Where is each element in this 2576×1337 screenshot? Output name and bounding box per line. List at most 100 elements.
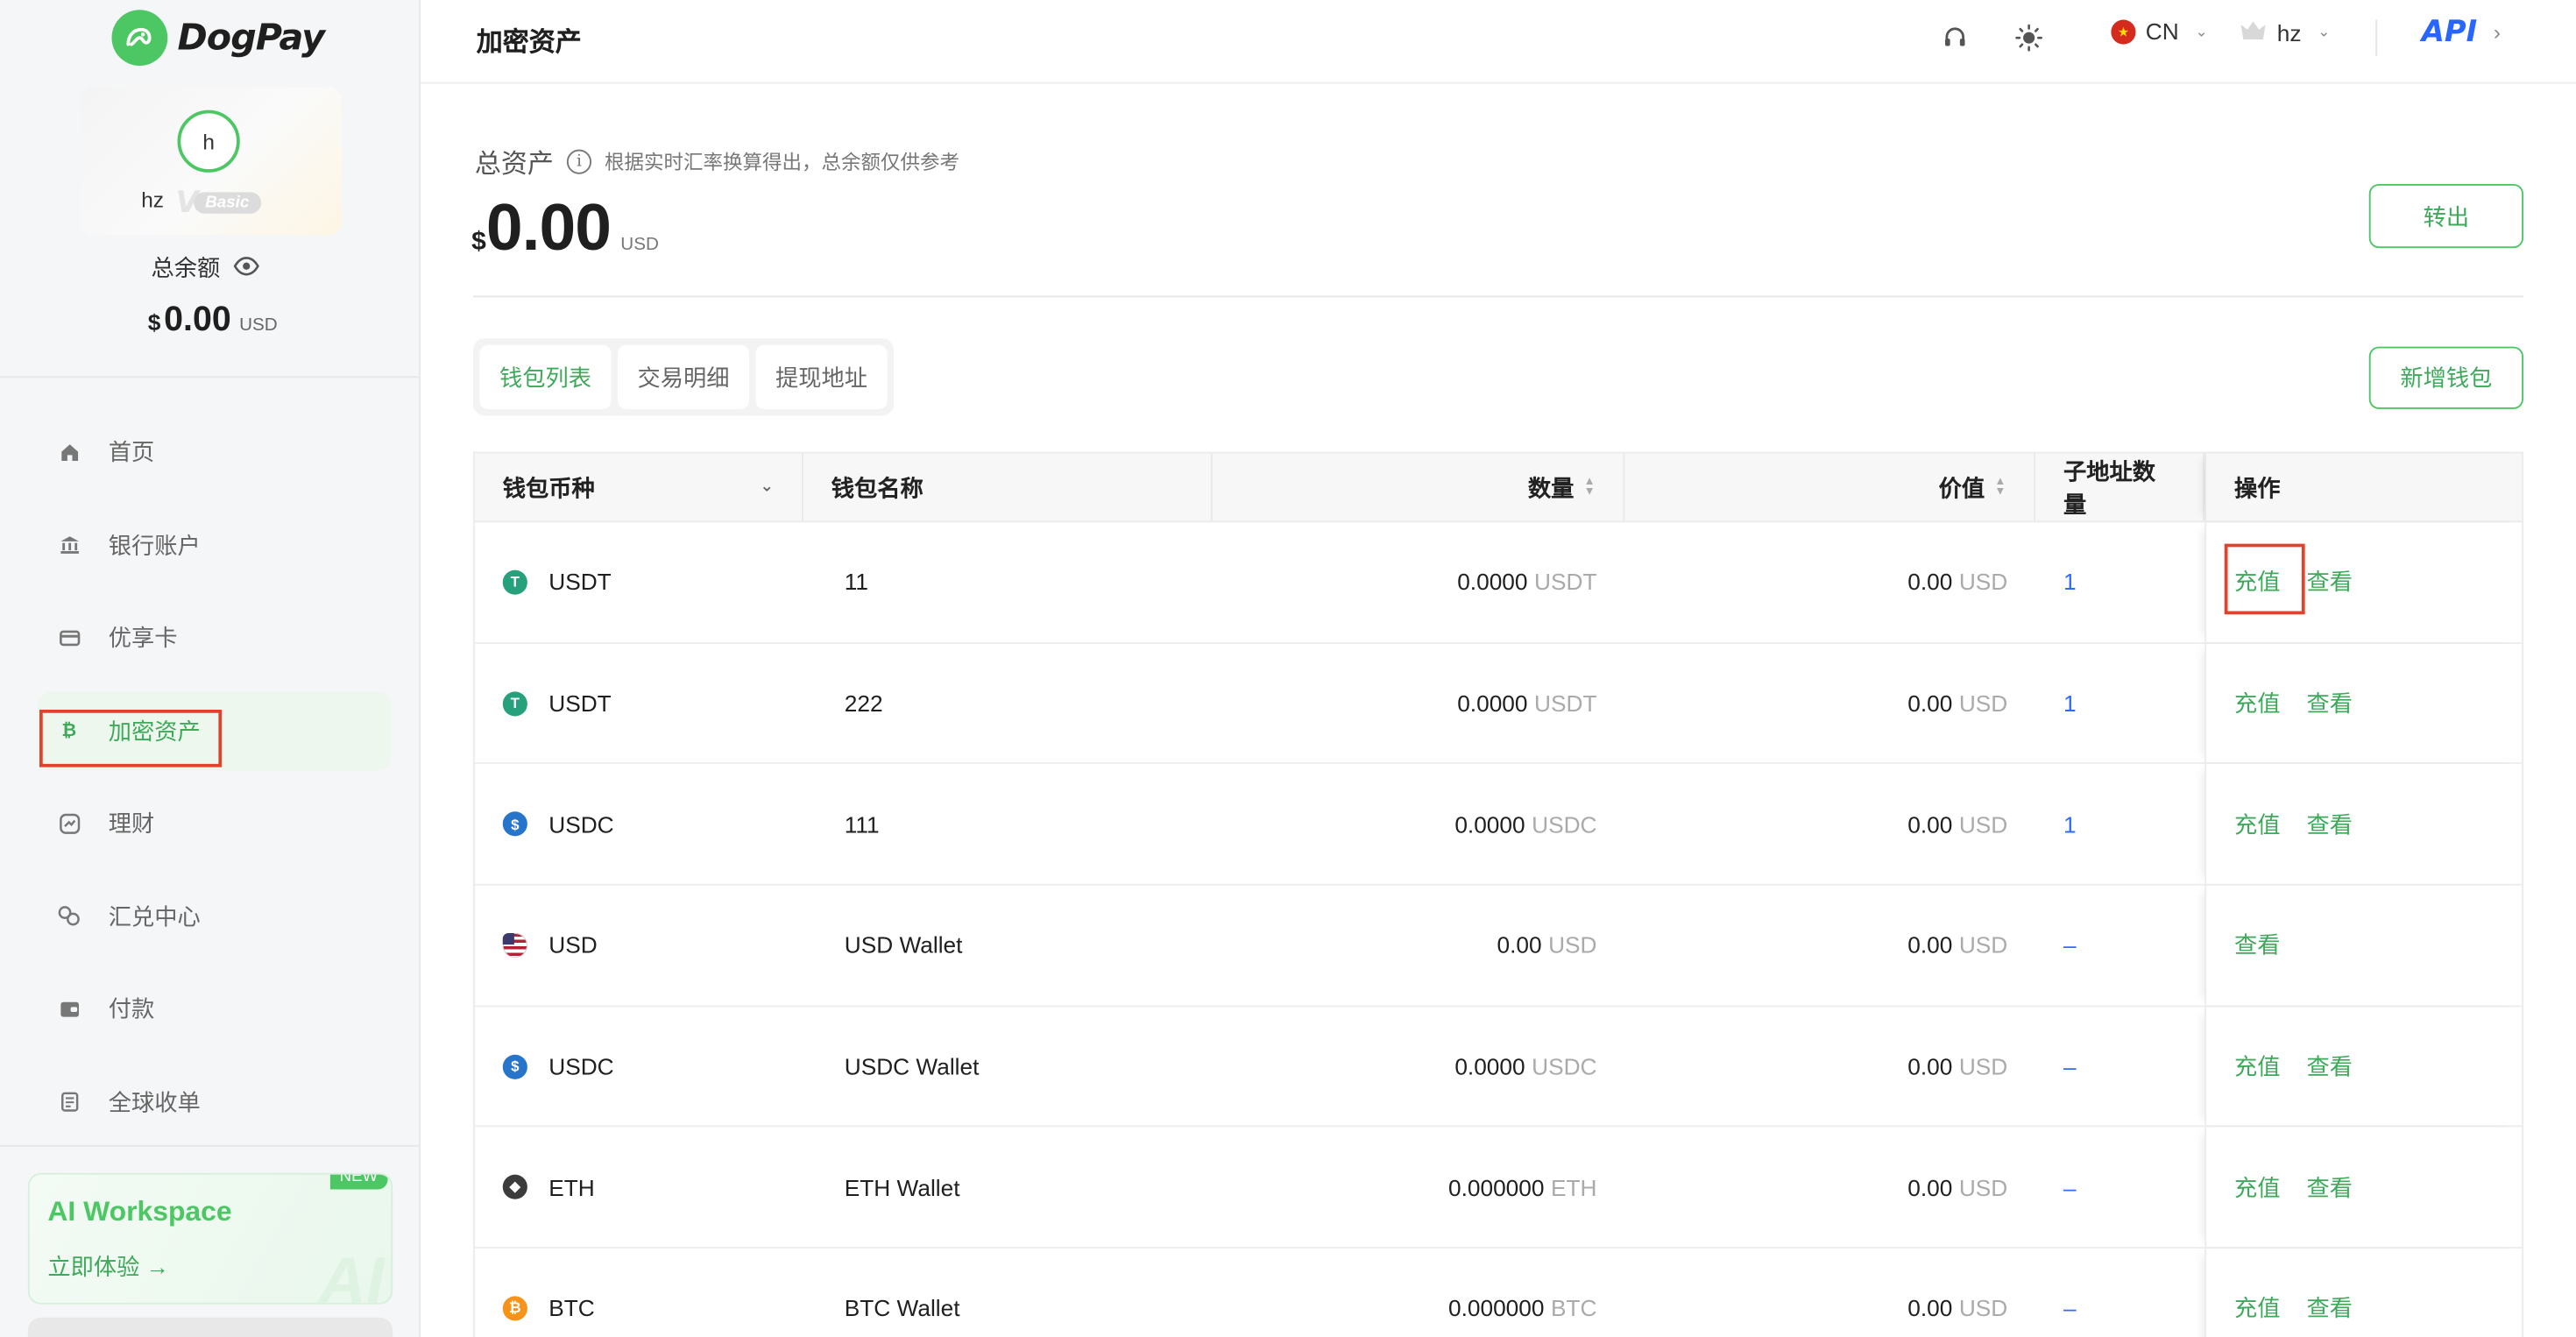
- promo-cta[interactable]: 立即体验 →: [47, 1250, 169, 1284]
- view-button[interactable]: 查看: [2307, 566, 2353, 599]
- quantity-unit: ETH: [1551, 1174, 1597, 1201]
- cell-quantity: 0.00 USD: [1213, 886, 1625, 1005]
- language-selector[interactable]: ★ CN ⌄: [2111, 18, 2208, 45]
- theme-sun-icon[interactable]: [2011, 20, 2047, 56]
- view-button[interactable]: 查看: [2307, 687, 2353, 720]
- value-unit: USD: [1958, 931, 2008, 959]
- nav-item-finance[interactable]: 理财: [38, 783, 391, 862]
- column-label: 数量: [1527, 473, 1575, 500]
- cell-wallet-name: 222: [803, 643, 1213, 762]
- nav-item-bank-account[interactable]: 银行账户: [38, 506, 391, 584]
- avatar: h: [177, 110, 240, 173]
- sub-address-count: –: [2063, 1295, 2077, 1322]
- cell-value: 0.00 USD: [1624, 1249, 2035, 1337]
- cell-currency: T USDT: [475, 643, 803, 762]
- sub-address-count[interactable]: 1: [2063, 569, 2077, 595]
- info-icon[interactable]: i: [566, 148, 592, 173]
- value-amount: 0.00: [1907, 1053, 1953, 1080]
- recharge-button[interactable]: 充值: [2234, 687, 2281, 720]
- cell-wallet-name: 11: [803, 522, 1213, 641]
- tab-transactions[interactable]: 交易明细: [618, 344, 749, 409]
- bitcoin-icon: ₿: [502, 1296, 527, 1321]
- view-button[interactable]: 查看: [2307, 1050, 2353, 1083]
- recharge-button[interactable]: 充值: [2234, 1292, 2281, 1326]
- cell-actions: 充值 查看: [2204, 522, 2522, 642]
- recharge-button[interactable]: 充值: [2234, 1171, 2281, 1204]
- tab-withdraw-addresses[interactable]: 提现地址: [755, 344, 888, 409]
- profile-card[interactable]: h hz V Basic: [80, 87, 342, 236]
- column-label: 钱包名称: [831, 473, 924, 500]
- value-amount: 0.00: [1907, 1174, 1953, 1201]
- home-icon: [58, 441, 81, 463]
- api-link[interactable]: API ›: [2422, 15, 2501, 49]
- cell-actions: 充值 查看: [2204, 1006, 2522, 1127]
- chevron-right-icon: ›: [2493, 19, 2502, 45]
- column-label: 价值: [1938, 473, 1985, 500]
- cell-quantity: 0.0000 USDT: [1213, 522, 1625, 641]
- cell-sub-addresses: –: [2035, 886, 2204, 1005]
- sub-address-count[interactable]: 1: [2063, 690, 2077, 717]
- cell-value: 0.00 USD: [1624, 1128, 2035, 1247]
- headset-icon[interactable]: [1937, 20, 1973, 56]
- quantity-value: 0.00: [1497, 931, 1542, 959]
- cell-currency: T USDT: [475, 522, 803, 641]
- view-button[interactable]: 查看: [2307, 1292, 2353, 1326]
- cell-actions: 充值 查看: [2204, 1128, 2522, 1248]
- tether-icon: T: [502, 569, 527, 595]
- nav-item-label: 首页: [108, 438, 155, 465]
- exchange-icon: [58, 904, 81, 927]
- cell-sub-addresses: 1: [2035, 643, 2204, 762]
- cell-wallet-name: 111: [803, 765, 1213, 884]
- wallet-name: 222: [844, 690, 883, 717]
- transfer-out-button[interactable]: 转出: [2368, 184, 2523, 249]
- view-button[interactable]: 查看: [2307, 1171, 2353, 1204]
- nav-item-home[interactable]: 首页: [38, 413, 391, 492]
- user-menu[interactable]: hz ⌄: [2240, 18, 2330, 46]
- recharge-button[interactable]: 充值: [2234, 566, 2281, 599]
- recharge-button[interactable]: 充值: [2234, 808, 2281, 841]
- total-unit: USD: [620, 235, 659, 255]
- ethereum-icon: ◆: [502, 1175, 527, 1200]
- coin-symbol: USDT: [548, 569, 612, 596]
- coin-symbol: USD: [548, 931, 598, 959]
- nav-item-label: 理财: [108, 810, 155, 837]
- logo[interactable]: DogPay: [111, 10, 325, 66]
- cell-value: 0.00 USD: [1624, 522, 2035, 641]
- nav-item-exchange[interactable]: 汇兑中心: [38, 876, 391, 955]
- view-button[interactable]: 查看: [2307, 808, 2353, 841]
- divider: [0, 1144, 420, 1147]
- chevron-down-icon: ⌄: [2195, 22, 2208, 39]
- vip-level: Basic: [194, 192, 261, 214]
- nav-item-card[interactable]: 优享卡: [38, 598, 391, 677]
- column-header-quantity[interactable]: 数量 ▲ ▼: [1213, 453, 1625, 521]
- cell-quantity: 0.000000 BTC: [1213, 1249, 1625, 1337]
- api-label: API: [2421, 14, 2478, 50]
- table-row: T USDT 222 0.0000 USDT 0.00 USD 1 充值 查看: [474, 643, 2523, 765]
- column-header-value[interactable]: 价值 ▲ ▼: [1624, 453, 2036, 521]
- quantity-unit: USDT: [1534, 690, 1597, 717]
- recharge-button[interactable]: 充值: [2234, 1050, 2281, 1083]
- main-content: 总资产 i 根据实时汇率换算得出，总余额仅供参考 $ 0.00 USD 转出 钱…: [421, 84, 2576, 1337]
- nav-item-payment[interactable]: 付款: [38, 969, 391, 1048]
- nav-item-crypto-assets[interactable]: ₿ 加密资产: [38, 690, 392, 770]
- ai-workspace-promo[interactable]: AI Workspace 立即体验 → NEW AI: [27, 1172, 393, 1305]
- column-header-actions: 操作: [2204, 453, 2522, 521]
- add-wallet-button[interactable]: 新增钱包: [2368, 346, 2523, 409]
- column-label: 钱包币种: [502, 473, 595, 500]
- sub-address-count: –: [2063, 1174, 2077, 1201]
- nav-item-global-acquiring[interactable]: 全球收单: [38, 1062, 391, 1141]
- user-name: hz: [2276, 18, 2302, 46]
- sidebar-footer-card[interactable]: [27, 1317, 393, 1337]
- table-row: ◆ ETH ETH Wallet 0.000000 ETH 0.00 USD – 充值 查看: [474, 1128, 2523, 1249]
- sub-address-count[interactable]: 1: [2063, 811, 2077, 838]
- eye-icon[interactable]: [233, 255, 259, 281]
- view-button[interactable]: 查看: [2234, 929, 2281, 962]
- sidebar: DogPay h hz V Basic 总余额 $ 0.00 USD 首页 银行…: [0, 0, 421, 1337]
- balance-amount: 0.00: [164, 301, 231, 339]
- cell-actions: 充值 查看: [2204, 1249, 2522, 1337]
- tab-wallet-list[interactable]: 钱包列表: [479, 344, 612, 409]
- column-header-currency[interactable]: 钱包币种 ⌄: [475, 453, 803, 521]
- usdc-icon: $: [502, 811, 527, 837]
- value-amount: 0.00: [1907, 569, 1953, 596]
- value-amount: 0.00: [1907, 1295, 1953, 1322]
